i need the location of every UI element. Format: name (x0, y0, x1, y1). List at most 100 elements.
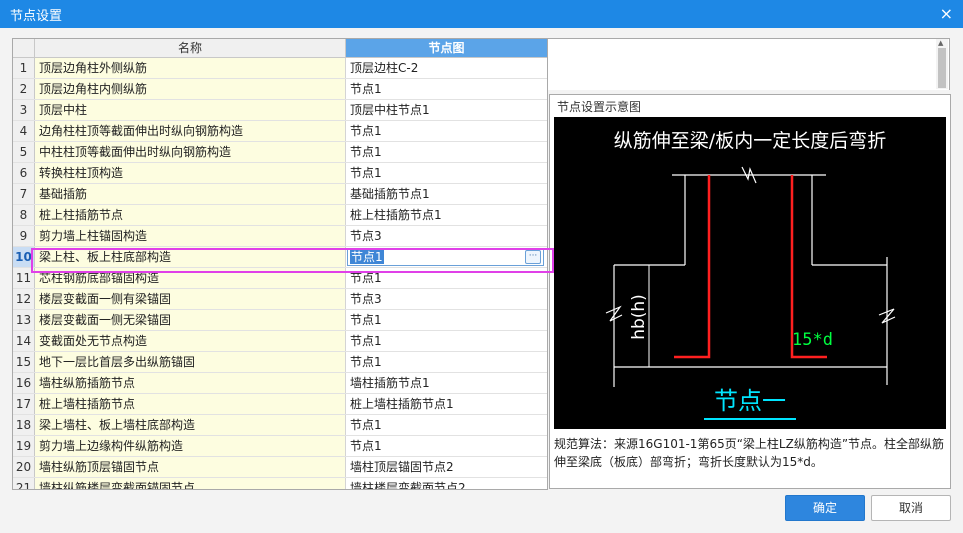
row-node-value[interactable]: 节点1 (346, 79, 547, 99)
table-row[interactable]: 14 变截面处无节点构造 节点1 (13, 331, 547, 352)
row-index: 21 (13, 478, 35, 489)
table-row[interactable]: 3 顶层中柱 顶层中柱节点1 (13, 100, 547, 121)
row-node-value[interactable]: 节点1 (346, 352, 547, 372)
table-row[interactable]: 19 剪力墙上边缘构件纵筋构造 节点1 (13, 436, 547, 457)
row-index: 19 (13, 436, 35, 456)
table-row[interactable]: 5 中柱柱顶等截面伸出时纵向钢筋构造 节点1 (13, 142, 547, 163)
row-node-value[interactable]: 节点1 (346, 331, 547, 351)
row-name: 地下一层比首层多出纵筋锚固 (35, 352, 346, 372)
row-index: 5 (13, 142, 35, 162)
window-title: 节点设置 (10, 8, 63, 24)
close-icon[interactable]: × (940, 4, 953, 24)
row-index: 3 (13, 100, 35, 120)
grid-header: 名称 节点图 (13, 39, 547, 58)
table-row[interactable]: 16 墙柱纵筋插筋节点 墙柱插筋节点1 (13, 373, 547, 394)
row-name: 顶层边角柱外侧纵筋 (35, 58, 346, 78)
row-node-value[interactable]: 顶层中柱节点1 (346, 100, 547, 120)
row-index: 17 (13, 394, 35, 414)
table-row[interactable]: 17 桩上墙柱插筋节点 桩上墙柱插筋节点1 (13, 394, 547, 415)
table-row[interactable]: 13 楼层变截面一侧无梁锚固 节点1 (13, 310, 547, 331)
table-row[interactable]: 12 楼层变截面一侧有梁锚固 节点3 (13, 289, 547, 310)
row-index: 13 (13, 310, 35, 330)
cancel-button[interactable]: 取消 (871, 495, 951, 521)
row-index: 11 (13, 268, 35, 288)
row-node-value[interactable]: 节点3 (346, 289, 547, 309)
row-node-value[interactable]: 基础插筋节点1 (346, 184, 547, 204)
row-index: 1 (13, 58, 35, 78)
node-settings-grid: 名称 节点图 1 顶层边角柱外侧纵筋 顶层边柱C-2 2 顶层边角柱内侧纵筋 节点1 3 顶层… (12, 38, 548, 490)
right-top-panel (548, 38, 950, 90)
row-index: 12 (13, 289, 35, 309)
title-bar: 节点设置 × (0, 0, 963, 28)
row-node-value[interactable]: 节点1 (346, 310, 547, 330)
row-name: 墙柱纵筋顶层锚固节点 (35, 457, 346, 477)
bend-length-label: 15*d (792, 330, 833, 350)
row-node-value[interactable]: 节点1 (346, 142, 547, 162)
diagram-heading: 纵筋伸至梁/板内一定长度后弯折 (614, 130, 886, 152)
row-name: 墙柱纵筋楼层变截面锚固节点 (35, 478, 346, 489)
preview-title: 节点设置示意图 (557, 100, 642, 114)
row-node-value[interactable]: 顶层边柱C-2 (346, 58, 547, 78)
diagram-svg: 纵筋伸至梁/板内一定长度后弯折 hb(h) 15*d 节点一 (605, 130, 896, 420)
row-node-value[interactable]: 节点1 (346, 436, 547, 456)
table-row[interactable]: 9 剪力墙上柱锚固构造 节点3 (13, 226, 547, 247)
row-node-value[interactable]: 节点1 (346, 121, 547, 141)
table-row[interactable]: 10 梁上柱、板上柱底部构造 节点1 ··· (13, 247, 547, 268)
rule-description: 规范算法：来源16G101-1第65页“梁上柱LZ纵筋构造”节点。柱全部纵筋伸至… (554, 437, 945, 469)
row-node-value[interactable]: 墙柱插筋节点1 (346, 373, 547, 393)
row-name: 剪力墙上边缘构件纵筋构造 (35, 436, 346, 456)
row-name: 边角柱柱顶等截面伸出时纵向钢筋构造 (35, 121, 346, 141)
table-row[interactable]: 18 梁上墙柱、板上墙柱底部构造 节点1 (13, 415, 547, 436)
row-index: 6 (13, 163, 35, 183)
row-node-value[interactable]: 节点1 (346, 268, 547, 288)
row-node-value[interactable]: 节点1 (346, 415, 547, 435)
row-node-value[interactable]: 墙柱楼层变截面节点2 (346, 478, 547, 489)
row-node-value[interactable]: 桩上墙柱插筋节点1 (346, 394, 547, 414)
row-index: 20 (13, 457, 35, 477)
row-node-value[interactable]: 墙柱顶层锚固节点2 (346, 457, 547, 477)
row-index: 2 (13, 79, 35, 99)
node-value-selected-text[interactable]: 节点1 (350, 250, 384, 264)
row-node-value[interactable]: 桩上柱插筋节点1 (346, 205, 547, 225)
scroll-up-icon[interactable]: ▲ (938, 39, 943, 47)
dimension-label: hb(h) (629, 294, 649, 340)
table-row[interactable]: 21 墙柱纵筋楼层变截面锚固节点 墙柱楼层变截面节点2 (13, 478, 547, 489)
table-row[interactable]: 11 芯柱钢筋底部锚固构造 节点1 (13, 268, 547, 289)
row-index: 14 (13, 331, 35, 351)
table-row[interactable]: 6 转换柱柱顶构造 节点1 (13, 163, 547, 184)
row-name: 中柱柱顶等截面伸出时纵向钢筋构造 (35, 142, 346, 162)
row-name: 变截面处无节点构造 (35, 331, 346, 351)
row-node-value[interactable]: 节点1 ··· (346, 247, 547, 267)
row-index: 15 (13, 352, 35, 372)
table-row[interactable]: 1 顶层边角柱外侧纵筋 顶层边柱C-2 (13, 58, 547, 79)
scroll-thumb[interactable] (938, 48, 946, 88)
row-name: 转换柱柱顶构造 (35, 163, 346, 183)
row-name: 梁上柱、板上柱底部构造 (35, 247, 346, 267)
table-row[interactable]: 7 基础插筋 基础插筋节点1 (13, 184, 547, 205)
row-index: 16 (13, 373, 35, 393)
row-node-value[interactable]: 节点3 (346, 226, 547, 246)
header-name[interactable]: 名称 (35, 39, 346, 57)
vertical-scrollbar[interactable]: ▲ (936, 39, 948, 89)
row-name: 梁上墙柱、板上墙柱底部构造 (35, 415, 346, 435)
row-name: 顶层中柱 (35, 100, 346, 120)
table-row[interactable]: 2 顶层边角柱内侧纵筋 节点1 (13, 79, 547, 100)
ellipsis-button[interactable]: ··· (525, 250, 541, 264)
row-index: 4 (13, 121, 35, 141)
row-name: 剪力墙上柱锚固构造 (35, 226, 346, 246)
header-node-diagram[interactable]: 节点图 (346, 39, 547, 57)
node-value-editor[interactable]: 节点1 ··· (347, 248, 544, 266)
rebar-left (674, 175, 711, 359)
row-index: 7 (13, 184, 35, 204)
row-name: 桩上柱插筋节点 (35, 205, 346, 225)
table-row[interactable]: 4 边角柱柱顶等截面伸出时纵向钢筋构造 节点1 (13, 121, 547, 142)
table-row[interactable]: 20 墙柱纵筋顶层锚固节点 墙柱顶层锚固节点2 (13, 457, 547, 478)
ok-button[interactable]: 确定 (785, 495, 865, 521)
table-row[interactable]: 8 桩上柱插筋节点 桩上柱插筋节点1 (13, 205, 547, 226)
table-row[interactable]: 15 地下一层比首层多出纵筋锚固 节点1 (13, 352, 547, 373)
row-index: 9 (13, 226, 35, 246)
row-node-value[interactable]: 节点1 (346, 163, 547, 183)
node-caption: 节点一 (714, 387, 786, 415)
row-name: 桩上墙柱插筋节点 (35, 394, 346, 414)
row-name: 楼层变截面一侧无梁锚固 (35, 310, 346, 330)
